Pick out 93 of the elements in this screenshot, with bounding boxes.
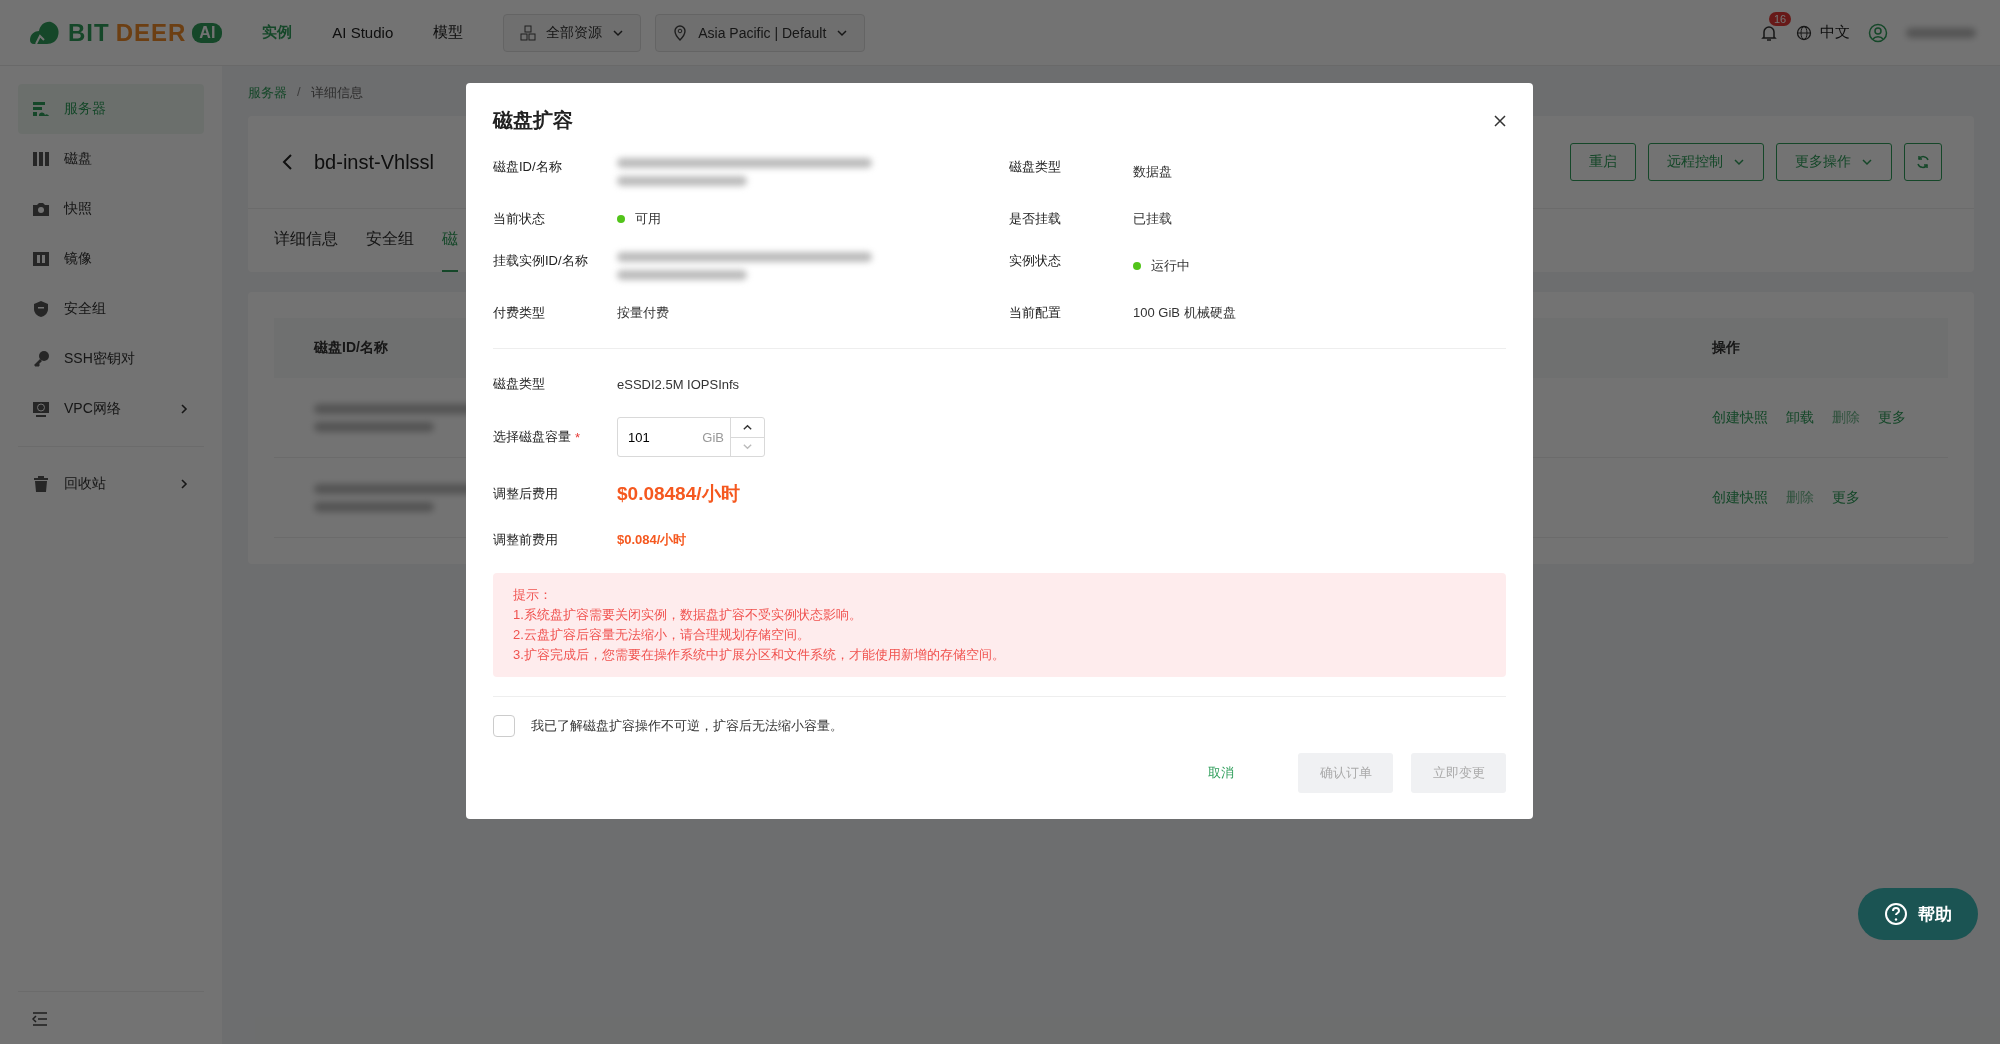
language-link[interactable]: 中文 [1820,23,1850,42]
sidebar-item[interactable]: 镜像 [18,234,204,284]
field-value: 按量付费 [617,304,670,322]
field-label: 当前配置 [1009,304,1062,322]
user-avatar-icon[interactable] [1868,22,1888,43]
field-label: 实例状态 [1009,252,1062,270]
sidebar-item[interactable]: 回收站 [18,459,204,509]
camera-icon [32,200,50,218]
column-header: 磁盘ID/名称 [314,339,389,357]
bell-icon[interactable] [1760,23,1778,42]
required-mark: * [575,429,581,445]
menu-button[interactable]: 更多操作 [1776,143,1892,181]
resource-dropdown[interactable]: 全部资源 [503,13,642,52]
sidebar-item[interactable]: 磁盘 [18,134,204,184]
help-icon [1884,902,1908,926]
field-label: 付费类型 [493,304,546,322]
field-value: 数据盘 [1133,163,1173,181]
refresh-icon [1915,154,1931,170]
logo-text: DEER [115,18,187,47]
field-label: 挂载实例ID/名称 [493,252,589,270]
status-text: 可用 [635,210,661,228]
breadcrumb-link[interactable]: 详细信息 [310,84,363,102]
field-label: 磁盘类型 [493,375,546,393]
dialog-title: 磁盘扩容 [493,108,573,133]
notice-text: 提示： [513,587,553,603]
action-button[interactable]: 重启 [1570,143,1636,181]
field-label: 磁盘类型 [1009,158,1062,176]
chevron-down-icon [1861,156,1873,168]
unit-label: GiB [702,429,725,445]
notice-text: 3.扩容完成后，您需要在操作系统中扩展分区和文件系统，才能使用新增的存储空间。 [513,647,1006,663]
number-stepper[interactable]: 101 GiB [617,417,765,457]
checkbox-label: 我已了解磁盘扩容操作不可逆，扩容后无法缩小容量。 [531,717,843,735]
sidebar-item[interactable]: 服务器 [18,84,204,134]
instance-title: bd-inst-Vhlssl [314,150,435,174]
status-text: 运行中 [1151,257,1190,275]
logo-text: BIT [68,18,110,47]
checkbox[interactable] [493,715,515,737]
help-button[interactable]: 帮助 [1858,888,1978,940]
nav-link[interactable]: 模型 [433,23,464,42]
key-icon [32,350,50,368]
chevron-right-icon [178,478,190,490]
field-label: 选择磁盘容量 [493,428,571,446]
sidebar-item[interactable]: SSH密钥对 [18,334,204,384]
collapse-menu-icon[interactable] [32,1012,48,1026]
breadcrumb-separator: / [297,84,301,101]
field-label: 调整前费用 [493,531,559,549]
refresh-button[interactable] [1904,143,1942,181]
shield-icon [32,300,50,318]
column-header: 操作 [1712,339,1741,357]
close-button[interactable] [1494,114,1506,127]
menu-button[interactable]: 远程控制 [1648,143,1764,181]
notification-badge: 16 [1769,11,1792,26]
notice-text: 1.系统盘扩容需要关闭实例，数据盘扩容不受实例状态影响。 [513,607,863,623]
action-link[interactable]: 创建快照 [1712,408,1768,427]
disk-icon [32,150,50,168]
tab[interactable]: 磁 [442,209,458,272]
field-label: 是否挂载 [1009,210,1062,228]
action-link[interactable]: 卸载 [1786,408,1814,427]
price-text: $0.08484/小时 [617,482,741,506]
chevron-right-icon [178,403,190,415]
field-value: 已挂载 [1133,210,1173,228]
globe-icon[interactable] [1796,24,1812,41]
field-value: eSSDI2.5M IOPSInfs [617,376,741,392]
monitor-icon [32,400,50,418]
cubes-icon [520,24,537,41]
breadcrumb-link[interactable]: 服务器 [248,84,287,102]
field-value: 100 GiB 机械硬盘 [1133,304,1237,322]
capacity-input[interactable]: 101 [618,418,703,456]
logo-badge: AI [192,22,223,43]
notice-text: 2.云盘扩容后容量无法缩小，请合理规划存储空间。 [513,627,811,643]
action-link[interactable]: 更多 [1832,488,1860,507]
region-dropdown[interactable]: Asia Pacific | Default [655,13,866,52]
action-link[interactable]: 更多 [1878,408,1906,427]
field-label: 调整后费用 [493,485,559,503]
sidebar-item[interactable]: VPC网络 [18,384,204,434]
tab[interactable]: 安全组 [366,209,414,272]
close-icon [1494,114,1506,127]
action-link[interactable]: 创建快照 [1712,488,1768,507]
nav-link[interactable]: AI Studio [332,24,394,41]
field-label: 磁盘ID/名称 [493,158,563,176]
sidebar-item[interactable]: 快照 [18,184,204,234]
chevron-down-icon [1733,156,1745,168]
server-icon [32,100,50,118]
field-label: 当前状态 [493,210,546,228]
sidebar-item[interactable]: 安全组 [18,284,204,334]
nav-link[interactable]: 实例 [262,23,293,42]
tab[interactable]: 详细信息 [274,209,338,272]
price-text: $0.084/小时 [617,531,688,549]
redacted-text [1906,27,1976,38]
trash-icon [32,475,50,493]
cancel-button[interactable]: 取消 [1188,753,1254,793]
location-pin-icon [672,24,689,41]
image-icon [32,250,50,268]
